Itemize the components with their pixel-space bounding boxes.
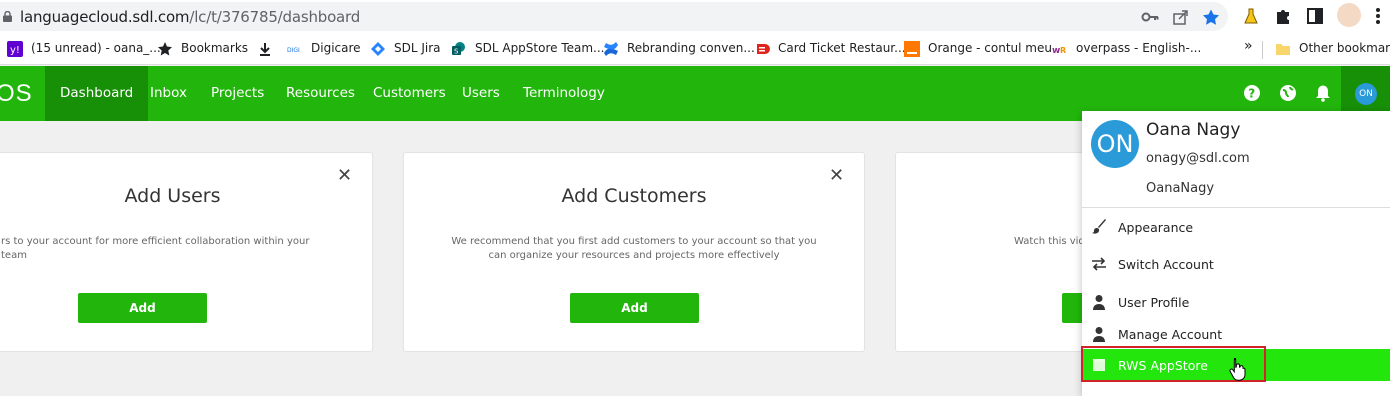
bookmarks-bar: y! (15 unread) - oana_... Bookmarks DIGI… bbox=[0, 33, 1390, 65]
edenred-icon bbox=[757, 44, 770, 54]
bookmark-label: (15 unread) - oana_... bbox=[31, 41, 161, 55]
svg-text:S: S bbox=[454, 48, 459, 56]
paintbrush-icon bbox=[1092, 219, 1106, 234]
extension-flask-icon[interactable] bbox=[1241, 6, 1261, 26]
globe-icon[interactable] bbox=[1279, 84, 1297, 102]
svg-text:R: R bbox=[1060, 46, 1066, 55]
nav-resources[interactable]: Resources bbox=[271, 66, 370, 121]
user-icon bbox=[1093, 295, 1105, 310]
divider bbox=[1082, 207, 1390, 208]
nav-projects[interactable]: Projects bbox=[196, 66, 279, 121]
menu-item-appearance[interactable]: Appearance bbox=[1082, 213, 1390, 241]
yahoo-mail-icon: y! bbox=[7, 41, 23, 57]
close-icon[interactable]: ✕ bbox=[829, 165, 844, 186]
avatar: ON bbox=[1355, 83, 1377, 105]
add-customers-button[interactable]: Add bbox=[570, 293, 699, 323]
nav-customers[interactable]: Customers bbox=[358, 66, 461, 121]
star-icon bbox=[158, 42, 172, 56]
download-icon bbox=[260, 43, 270, 56]
close-icon[interactable]: ✕ bbox=[337, 165, 352, 186]
card-title: Add Customers bbox=[561, 185, 707, 207]
card-description: rs to your account for more efficient co… bbox=[1, 236, 310, 261]
share-icon[interactable] bbox=[1172, 9, 1190, 25]
nav-inbox[interactable]: Inbox bbox=[135, 66, 202, 121]
lock-icon bbox=[3, 11, 12, 22]
screen: languagecloud.sdl.com/lc/t/376785/dashbo… bbox=[0, 0, 1390, 396]
url-path: /lc/t/376785/dashboard bbox=[189, 8, 361, 26]
add-users-button[interactable]: Add bbox=[78, 293, 207, 323]
svg-text:?: ? bbox=[1248, 87, 1255, 101]
browser-toolbar: languagecloud.sdl.com/lc/t/376785/dashbo… bbox=[0, 0, 1390, 33]
bookmark-label: Bookmarks bbox=[181, 41, 249, 55]
menu-item-label: Manage Account bbox=[1118, 327, 1223, 342]
user-username: OanaNagy bbox=[1146, 181, 1215, 196]
user-name: Oana Nagy bbox=[1146, 120, 1241, 140]
bookmark-label: Rebranding conven... bbox=[627, 41, 755, 55]
menu-item-switch-account[interactable]: Switch Account bbox=[1082, 250, 1390, 278]
user-icon bbox=[1093, 327, 1105, 342]
card-add-customers: ✕ Add Customers We recommend that you fi… bbox=[403, 152, 865, 352]
menu-item-label: Appearance bbox=[1118, 220, 1194, 235]
bookmark-label: Other bookmarks bbox=[1299, 41, 1390, 55]
bookmarks-overflow-button[interactable]: » bbox=[1244, 38, 1253, 56]
hand-cursor-icon bbox=[1229, 358, 1246, 381]
bookmark-label: Digicare bbox=[311, 41, 361, 55]
url-host: languagecloud.sdl.com bbox=[20, 8, 190, 26]
menu-item-user-profile[interactable]: User Profile bbox=[1082, 288, 1390, 316]
more-vert-icon[interactable] bbox=[1368, 6, 1388, 26]
bookmarks-divider bbox=[1262, 41, 1263, 59]
help-icon[interactable]: ? bbox=[1243, 84, 1261, 102]
svg-text:DIGI: DIGI bbox=[287, 47, 300, 54]
nav-terminology[interactable]: Terminology bbox=[508, 66, 620, 121]
card-title: Add Users bbox=[124, 185, 221, 207]
profile-avatar[interactable] bbox=[1337, 3, 1361, 27]
confluence-icon bbox=[604, 42, 618, 56]
url-text: languagecloud.sdl.com/lc/t/376785/dashbo… bbox=[20, 8, 360, 26]
address-bar[interactable]: languagecloud.sdl.com/lc/t/376785/dashbo… bbox=[0, 2, 1228, 31]
nav-users[interactable]: Users bbox=[447, 66, 515, 121]
avatar: ON bbox=[1091, 120, 1139, 168]
bookmark-label: SDL AppStore Team... bbox=[475, 41, 605, 55]
swap-arrows-icon bbox=[1092, 257, 1106, 271]
key-icon[interactable] bbox=[1141, 9, 1159, 25]
bell-icon[interactable] bbox=[1314, 84, 1332, 102]
card-add-users: ✕ Add Users rs to your account for more … bbox=[0, 152, 373, 352]
digicare-icon: DIGI bbox=[287, 46, 303, 54]
user-email: onagy@sdl.com bbox=[1146, 151, 1250, 166]
svg-text:y!: y! bbox=[10, 45, 20, 56]
bookmark-star-icon[interactable] bbox=[1202, 9, 1220, 25]
menu-item-label: Switch Account bbox=[1118, 257, 1214, 272]
wordreference-icon: wR bbox=[1052, 46, 1066, 56]
nav-dashboard[interactable]: Dashboard bbox=[45, 66, 149, 121]
menu-item-label: User Profile bbox=[1118, 295, 1190, 310]
bookmark-label: Orange - contul meu bbox=[928, 41, 1052, 55]
orange-icon bbox=[904, 41, 920, 57]
card-description: We recommend that you first add customer… bbox=[451, 236, 817, 261]
jira-icon bbox=[371, 42, 385, 56]
brand-logo[interactable]: OS bbox=[0, 80, 33, 108]
bookmark-label: SDL Jira bbox=[394, 41, 441, 55]
sharepoint-icon: S bbox=[452, 42, 465, 56]
bookmark-label: Card Ticket Restaur... bbox=[778, 41, 906, 55]
side-panel-icon[interactable] bbox=[1305, 6, 1325, 26]
extensions-puzzle-icon[interactable] bbox=[1273, 6, 1293, 26]
folder-icon bbox=[1276, 44, 1290, 55]
menu-item-manage-account[interactable]: Manage Account bbox=[1082, 320, 1390, 348]
bookmark-label: overpass - English-... bbox=[1076, 41, 1202, 55]
